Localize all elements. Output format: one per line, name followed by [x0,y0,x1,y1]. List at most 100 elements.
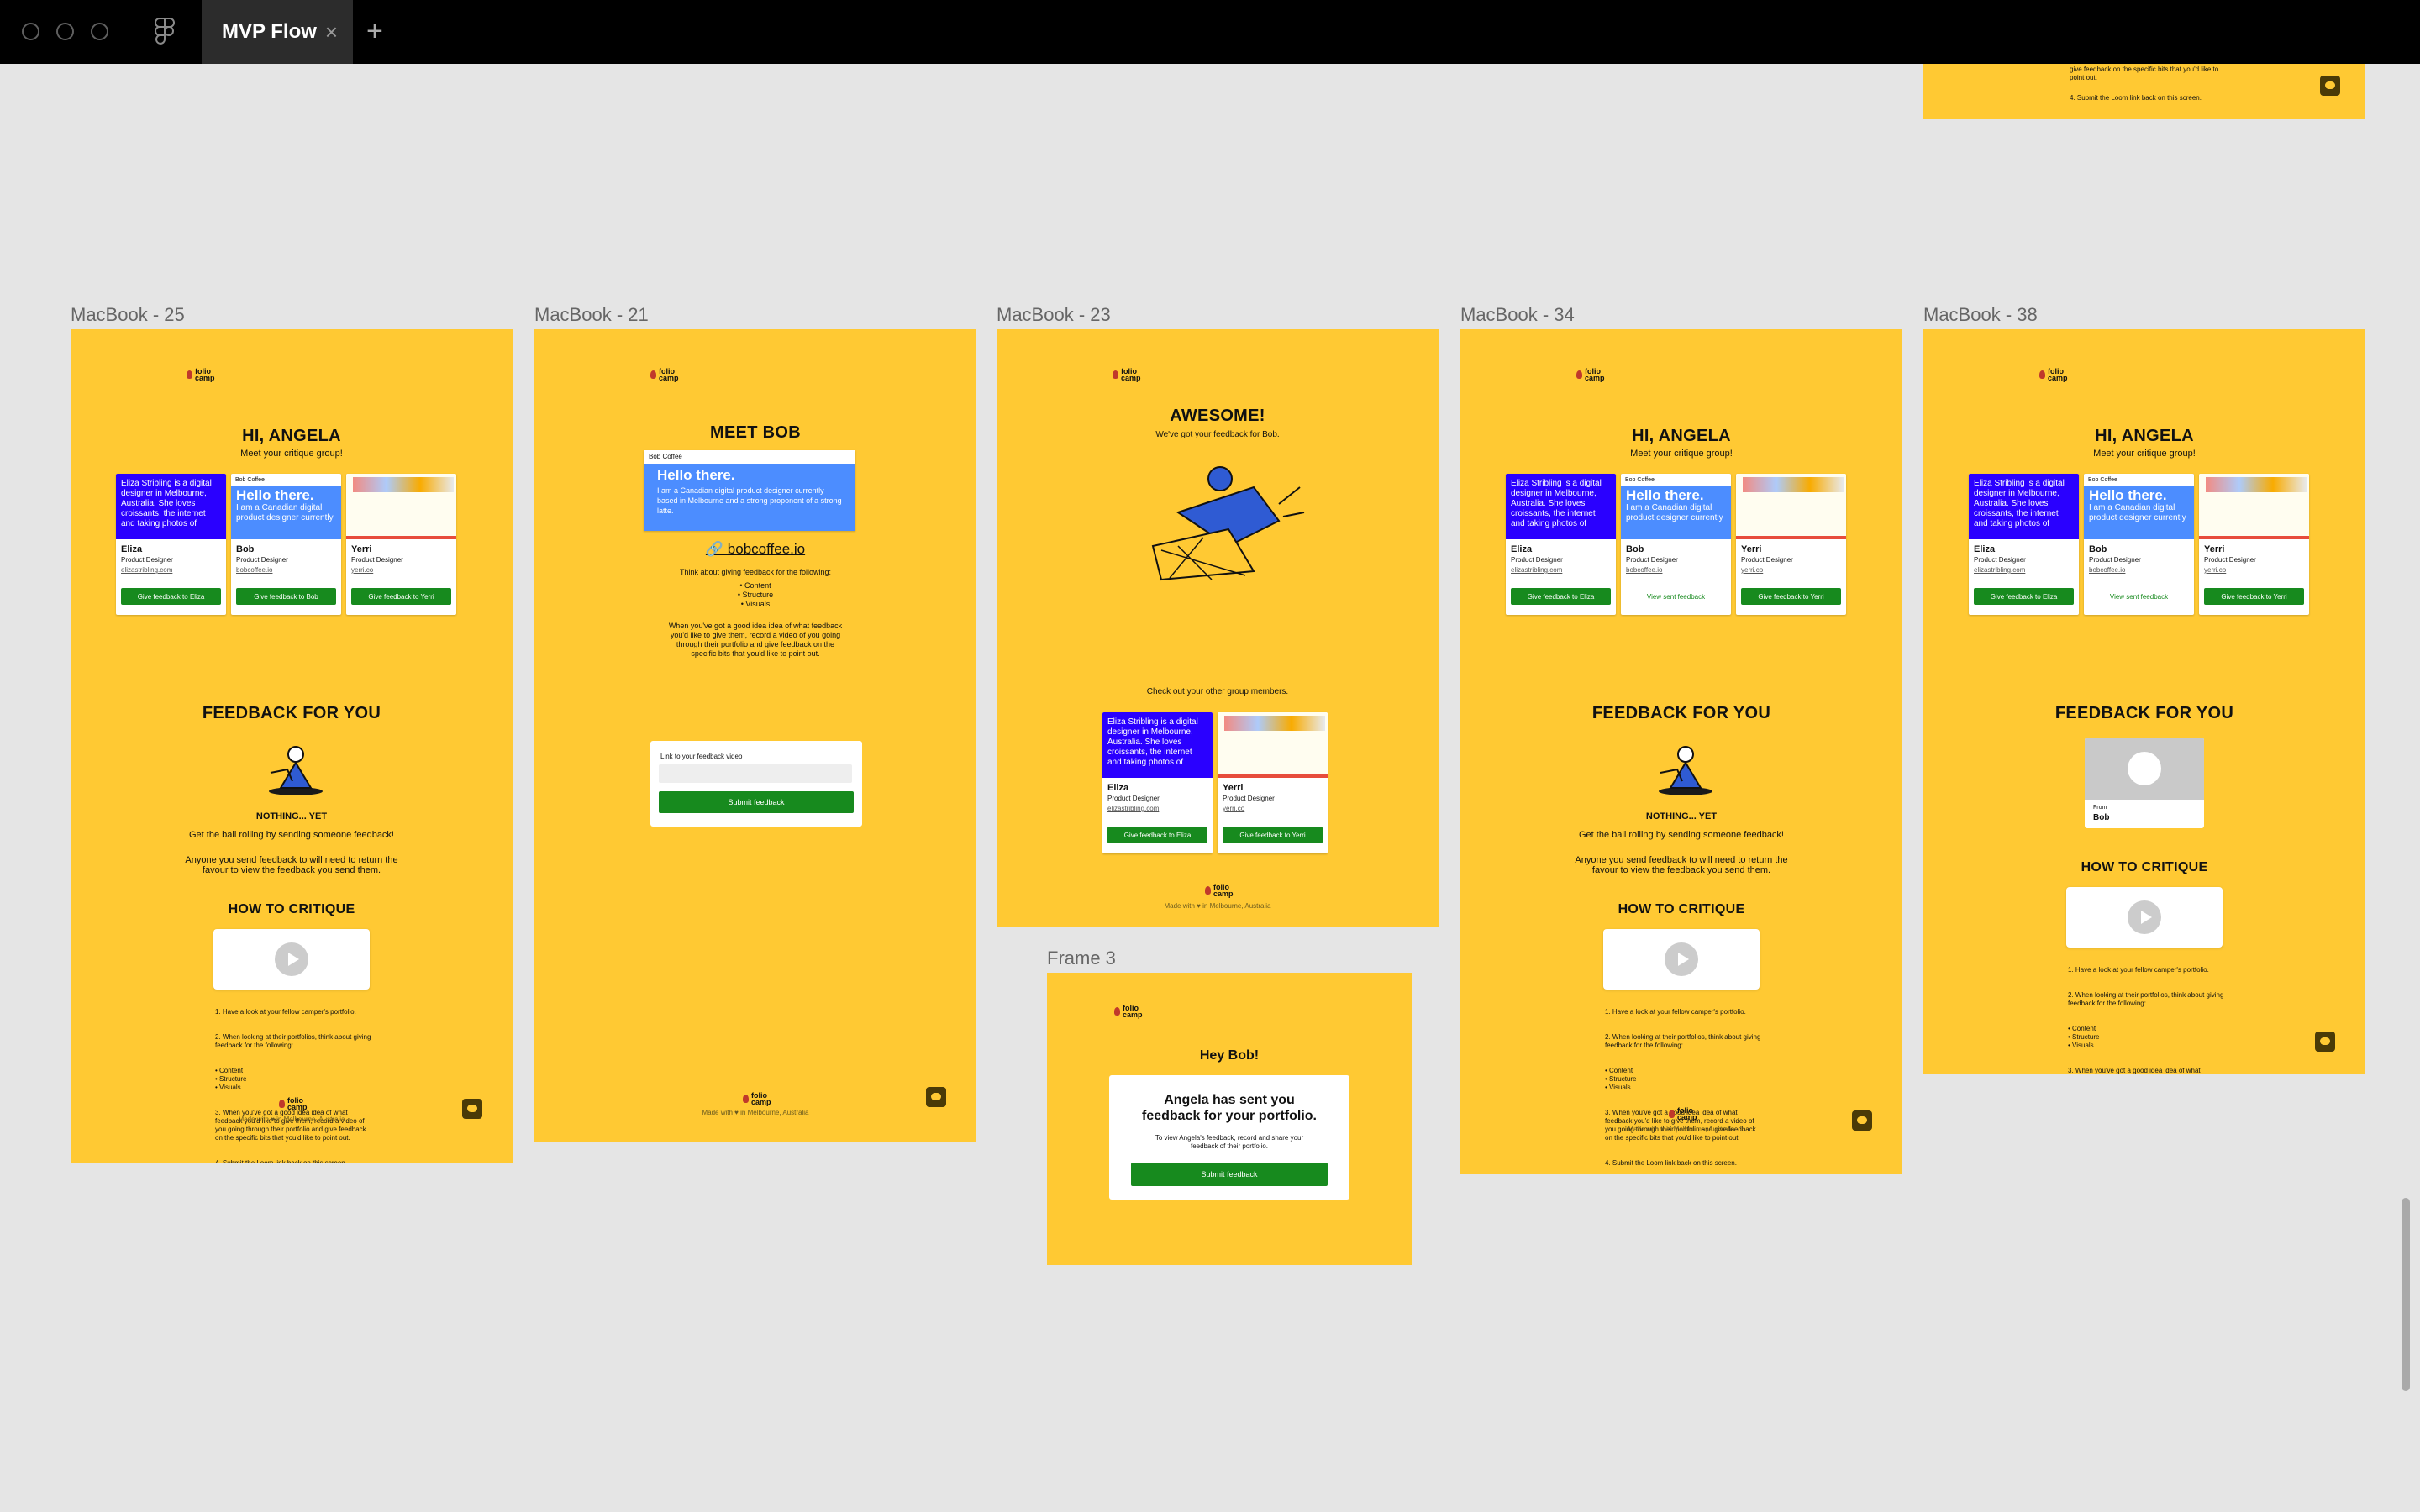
give-feedback-yerri-button[interactable]: Give feedback to Yerri [351,588,451,605]
feedback-video[interactable] [2085,738,2204,800]
member-link[interactable]: yerri.co [2204,566,2226,574]
figma-logo-icon[interactable] [153,17,176,47]
give-feedback-eliza-button[interactable]: Give feedback to Eliza [1974,588,2074,605]
member-card-eliza: Eliza Stribling is a digital designer in… [1102,712,1213,853]
how-to-video[interactable] [213,929,370,990]
member-link[interactable]: yerri.co [1223,805,1244,812]
frame-macbook-38[interactable]: folio camp HI, ANGELA Meet your critique … [1923,329,2365,1074]
page-title: MEET BOB [710,423,801,442]
foliocamp-logo: folio camp [1669,1107,1697,1121]
frame-label[interactable]: MacBook - 34 [1460,304,1575,326]
member-link[interactable]: yerri.co [351,566,373,574]
minimize-window-button[interactable] [56,23,74,40]
section-title: HOW TO CRITIQUE [228,902,355,916]
member-role: Product Designer [2204,556,2256,564]
frame-macbook-21[interactable]: folio camp MEET BOB Bob Coffee Hello ther… [534,329,976,1142]
close-window-button[interactable] [22,23,39,40]
member-link[interactable]: elizastribling.com [1107,805,1159,812]
member-role: Product Designer [2089,556,2141,564]
view-sent-feedback-button[interactable]: View sent feedback [1626,588,1726,605]
foliocamp-logo: folio camp [1114,1005,1143,1019]
section-title: HOW TO CRITIQUE [2081,860,2208,874]
foliocamp-logo: folio camp [650,368,679,382]
submit-feedback-button[interactable]: Submit feedback [659,791,854,813]
top-frame-step4: 4. Submit the Loom link back on this scr… [2070,94,2202,102]
comment-icon[interactable] [462,1099,482,1119]
comment-icon[interactable] [2315,1032,2335,1052]
member-link[interactable]: bobcoffee.io [236,566,272,574]
portfolio-preview: Eliza Stribling is a digital designer in… [1102,712,1213,778]
feedback-form: Link to your feedback video Submit feedb… [650,741,862,827]
bob-site-link[interactable]: 🔗 bobcoffee.io [534,541,976,558]
portfolio-preview [1736,474,1846,539]
give-feedback-yerri-button[interactable]: Give feedback to Yerri [1223,827,1323,843]
new-tab-button[interactable]: + [366,15,383,48]
browser-title: Bob Coffee [644,450,855,464]
bob-bio: I am a Canadian digital product designer… [657,486,842,515]
get-ball-text: Get the ball rolling by sending someone … [1579,830,1784,840]
feedback-video-input[interactable] [659,764,852,783]
frame-label[interactable]: MacBook - 21 [534,304,649,326]
give-feedback-eliza-button[interactable]: Give feedback to Eliza [1107,827,1207,843]
frame-label[interactable]: Frame 3 [1047,948,1116,969]
comment-icon[interactable] [1852,1110,1872,1131]
how-to-video[interactable] [2066,887,2223,948]
frame-label[interactable]: MacBook - 38 [1923,304,2038,326]
member-role: Product Designer [121,556,173,564]
portfolio-preview: Bob Coffee Hello there. I am a Canadian di… [1621,474,1731,539]
close-tab-icon[interactable]: × [325,19,338,45]
from-label: From [2093,805,2107,811]
play-icon[interactable] [1665,942,1698,976]
frame-top-partial[interactable]: give feedback on the specific bits that … [1923,64,2365,119]
bob-portfolio-preview[interactable]: Bob Coffee Hello there. I am a Canadian … [644,450,855,531]
member-link[interactable]: elizastribling.com [1974,566,2025,574]
member-cards: Eliza Stribling is a digital designer in… [116,474,456,615]
frame-label[interactable]: MacBook - 23 [997,304,1111,326]
frame-3[interactable]: folio camp Hey Bob! Angela has sent you f… [1047,973,1412,1265]
hey-heading: Hey Bob! [1199,1048,1260,1063]
portfolio-preview: Bob Coffee Hello there. I am a Canadian di… [2084,474,2194,539]
how-to-video[interactable] [1603,929,1760,990]
foliocamp-logo: folio camp [2039,368,2068,382]
play-icon[interactable] [2128,900,2161,934]
comment-icon[interactable] [2320,76,2340,96]
give-feedback-eliza-button[interactable]: Give feedback to Eliza [1511,588,1611,605]
give-feedback-bob-button[interactable]: Give feedback to Bob [236,588,336,605]
member-link[interactable]: elizastribling.com [121,566,172,574]
zoom-window-button[interactable] [91,23,108,40]
member-link[interactable]: yerri.co [1741,566,1763,574]
member-name: Bob [2089,544,2107,554]
play-icon[interactable] [275,942,308,976]
anyone-text: Anyone you send feedback to will need to… [1575,855,1788,875]
member-link[interactable]: bobcoffee.io [1626,566,1662,574]
portfolio-preview: Eliza Stribling is a digital designer in… [1506,474,1616,539]
portfolio-preview: Eliza Stribling is a digital designer in… [116,474,226,539]
member-role: Product Designer [1741,556,1793,564]
give-feedback-yerri-button[interactable]: Give feedback to Yerri [2204,588,2304,605]
play-icon[interactable] [2128,752,2161,785]
member-name: Eliza [1511,544,1533,554]
give-feedback-eliza-button[interactable]: Give feedback to Eliza [121,588,221,605]
frame-macbook-34[interactable]: folio camp HI, ANGELA Meet your critique … [1460,329,1902,1174]
criteria-list: • Content • Structure • Visuals [737,581,774,608]
view-sent-feedback-button[interactable]: View sent feedback [2089,588,2189,605]
give-feedback-yerri-button[interactable]: Give feedback to Yerri [1741,588,1841,605]
critique-steps: 1. Have a look at your fellow camper's p… [215,1008,371,1163]
feedback-from-bob-card[interactable]: From Bob [2085,738,2204,828]
member-link[interactable]: bobcoffee.io [2089,566,2125,574]
frame-macbook-25[interactable]: folio camp HI, ANGELA Meet your critique … [71,329,513,1163]
check-out-text: Check out your other group members. [1146,687,1289,696]
foliocamp-logo: folio camp [279,1097,308,1111]
frame-macbook-23[interactable]: folio camp AWESOME! We've got your feedba… [997,329,1439,927]
frame-label[interactable]: MacBook - 25 [71,304,185,326]
member-role: Product Designer [236,556,288,564]
tab-mvp-flow[interactable]: MVP Flow × [202,0,353,64]
member-card-eliza: Eliza Stribling is a digital designer in… [1506,474,1616,615]
vertical-scrollbar[interactable] [2402,1198,2410,1391]
comment-icon[interactable] [926,1087,946,1107]
design-canvas[interactable]: give feedback on the specific bits that … [0,64,2420,1512]
submit-feedback-button[interactable]: Submit feedback [1131,1163,1328,1186]
input-label: Link to your feedback video [660,753,743,760]
page-title: AWESOME! [1170,407,1265,425]
member-link[interactable]: elizastribling.com [1511,566,1562,574]
